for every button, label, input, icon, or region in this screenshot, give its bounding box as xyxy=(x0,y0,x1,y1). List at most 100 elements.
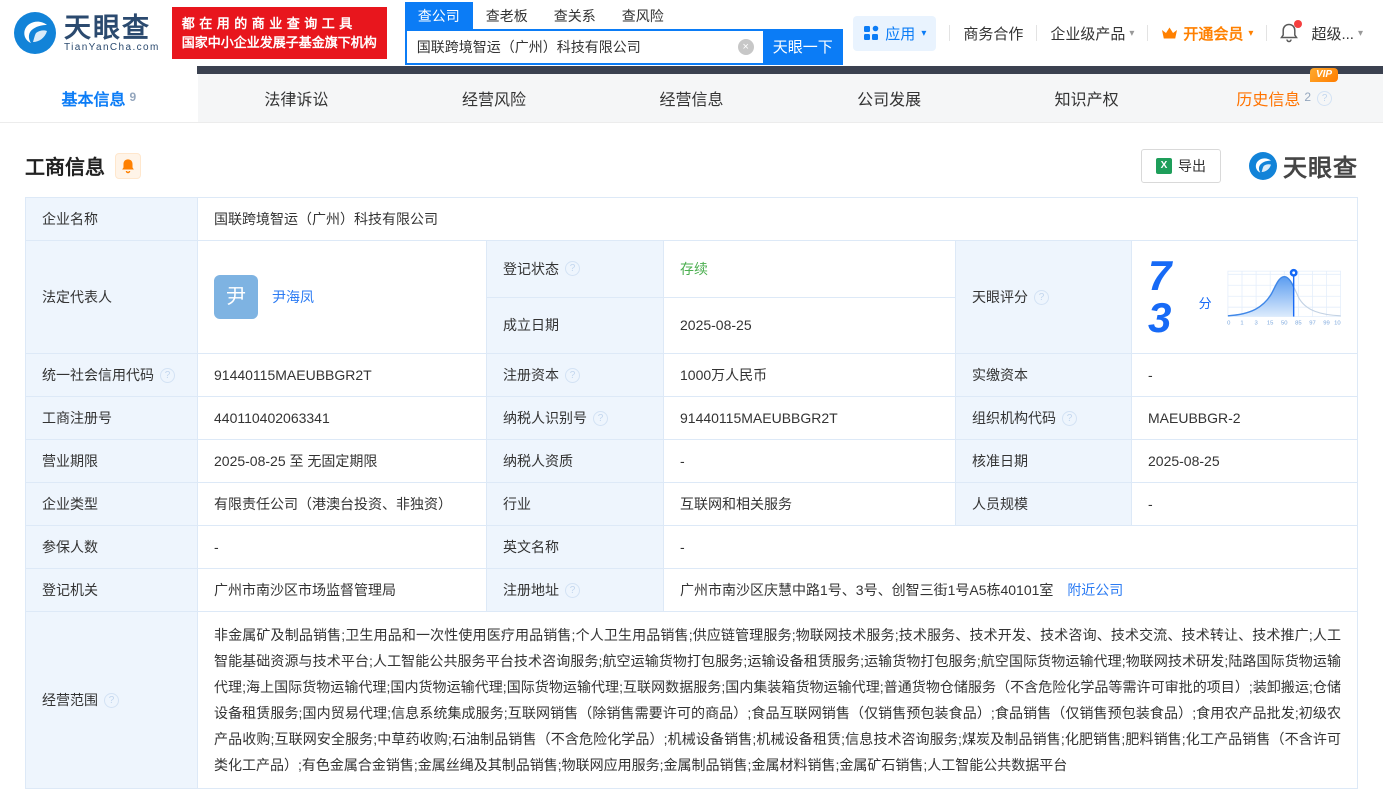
search-tab-risk[interactable]: 查风险 xyxy=(609,2,677,29)
table-row: 参保人数 - 英文名称 - xyxy=(26,526,1358,569)
svg-text:15: 15 xyxy=(1266,320,1273,326)
field-label: 企业名称 xyxy=(26,198,198,241)
export-button[interactable]: X 导出 xyxy=(1141,149,1221,183)
company-name-value: 国联跨境智运（广州）科技有限公司 xyxy=(198,198,1358,241)
svg-text:0: 0 xyxy=(1227,320,1231,326)
tab-intellectual-property[interactable]: 知识产权 xyxy=(988,74,1186,122)
nav-enterprise-product[interactable]: 企业级产品 ▾ xyxy=(1050,23,1134,44)
field-label: 法定代表人 xyxy=(26,241,198,354)
avatar[interactable]: 尹 xyxy=(214,275,258,319)
field-label: 工商注册号 xyxy=(26,397,198,440)
field-label: 行业 xyxy=(487,483,664,526)
search-box: 查公司 查老板 查关系 查风险 × 天眼一下 xyxy=(405,2,843,65)
nav-open-vip[interactable]: 开通会员 ▾ xyxy=(1161,23,1253,44)
staff-size-value: - xyxy=(1132,483,1358,526)
paid-capital-value: - xyxy=(1132,354,1358,397)
top-nav: 应用 ▾ 商务合作 企业级产品 ▾ 开通会员 ▾ 超 xyxy=(853,16,1363,51)
search-input[interactable] xyxy=(405,29,763,65)
tab-history-info[interactable]: 历史信息 VIP 2 ? xyxy=(1185,74,1383,122)
nav-user-menu[interactable]: 超级... ▾ xyxy=(1311,23,1363,44)
tab-company-development[interactable]: 公司发展 xyxy=(790,74,988,122)
nearby-companies-link[interactable]: 附近公司 xyxy=(1067,582,1123,598)
help-icon[interactable]: ? xyxy=(565,261,580,276)
score-distribution-chart: 013 155085 9799100 xyxy=(1224,258,1341,336)
table-row: 登记机关 广州市南沙区市场监督管理局 注册地址 ? 广州市南沙区庆慧中路1号、3… xyxy=(26,569,1358,612)
help-icon[interactable]: ? xyxy=(104,693,119,708)
watermark-logo: 天眼查 xyxy=(1249,148,1358,183)
help-icon[interactable]: ? xyxy=(1034,290,1049,305)
svg-text:99: 99 xyxy=(1323,320,1330,326)
notification-bell[interactable] xyxy=(1280,23,1298,43)
business-scope-value: 非金属矿及制品销售;卫生用品和一次性使用医疗用品销售;个人卫生用品销售;供应链管… xyxy=(198,612,1358,789)
svg-text:100: 100 xyxy=(1334,320,1341,326)
search-tabs: 查公司 查老板 查关系 查风险 xyxy=(405,2,843,29)
field-label: 组织机构代码 ? xyxy=(956,397,1132,440)
search-button[interactable]: 天眼一下 xyxy=(763,29,843,65)
tab-basic-info[interactable]: 基本信息 9 xyxy=(0,74,198,122)
field-label: 英文名称 xyxy=(487,526,664,569)
tab-operation-info[interactable]: 经营信息 xyxy=(593,74,791,122)
search-tab-boss[interactable]: 查老板 xyxy=(473,2,541,29)
table-row: 统一社会信用代码 ? 91440115MAEUBBGR2T 注册资本 ? 100… xyxy=(26,354,1358,397)
field-label: 核准日期 xyxy=(956,440,1132,483)
clear-icon[interactable]: × xyxy=(738,39,754,55)
excel-icon: X xyxy=(1156,158,1172,174)
insured-count-value: - xyxy=(198,526,487,569)
tianyancha-logo[interactable]: 天眼查 TianYanCha.com xyxy=(14,12,160,54)
score-cell: 73 分 xyxy=(1132,241,1358,354)
logo-icon xyxy=(14,12,56,54)
chevron-down-icon: ▾ xyxy=(1248,28,1253,39)
svg-text:50: 50 xyxy=(1281,320,1288,326)
tab-operation-risk[interactable]: 经营风险 xyxy=(395,74,593,122)
score-unit: 分 xyxy=(1199,293,1212,315)
logo-title: 天眼查 xyxy=(64,14,160,42)
table-row: 经营范围 ? 非金属矿及制品销售;卫生用品和一次性使用医疗用品销售;个人卫生用品… xyxy=(26,612,1358,789)
table-row: 企业名称 国联跨境智运（广州）科技有限公司 xyxy=(26,198,1358,241)
legal-rep-cell: 尹 尹海凤 xyxy=(198,241,487,354)
field-label: 登记状态 ? xyxy=(487,241,664,298)
nav-cooperation[interactable]: 商务合作 xyxy=(963,23,1023,44)
help-icon[interactable]: ? xyxy=(565,583,580,598)
field-label: 登记机关 xyxy=(26,569,198,612)
search-tab-company[interactable]: 查公司 xyxy=(405,2,473,29)
reg-authority-value: 广州市南沙区市场监督管理局 xyxy=(198,569,487,612)
tab-count: 9 xyxy=(129,90,136,104)
notification-dot xyxy=(1294,20,1302,28)
field-label: 注册资本 ? xyxy=(487,354,664,397)
monitor-bell-button[interactable] xyxy=(115,153,141,179)
legal-rep-link[interactable]: 尹海凤 xyxy=(272,286,314,308)
section-title: 工商信息 xyxy=(25,151,105,180)
credit-code-value: 91440115MAEUBBGR2T xyxy=(198,354,487,397)
table-row: 法定代表人 尹 尹海凤 登记状态 ? 存续 天眼评分 ? 73 分 xyxy=(26,241,1358,298)
help-icon[interactable]: ? xyxy=(565,368,580,383)
field-label: 统一社会信用代码 ? xyxy=(26,354,198,397)
taxpayer-id-value: 91440115MAEUBBGR2T xyxy=(664,397,956,440)
brand-slogan: 都在用的商业查询工具 国家中小企业发展子基金旗下机构 xyxy=(172,7,387,59)
app-grid-icon xyxy=(863,25,879,41)
field-label: 人员规模 xyxy=(956,483,1132,526)
field-label: 营业期限 xyxy=(26,440,198,483)
svg-text:3: 3 xyxy=(1254,320,1257,326)
help-icon[interactable]: ? xyxy=(1317,91,1332,106)
establish-date-value: 2025-08-25 xyxy=(664,297,956,354)
reg-address-value: 广州市南沙区庆慧中路1号、3号、创智三街1号A5栋40101室 附近公司 xyxy=(664,569,1358,612)
help-icon[interactable]: ? xyxy=(593,411,608,426)
company-tabs: 基本信息 9 法律诉讼 经营风险 经营信息 公司发展 知识产权 历史信息 VIP… xyxy=(0,74,1383,123)
taxpayer-quality-value: - xyxy=(664,440,956,483)
table-row: 营业期限 2025-08-25 至 无固定期限 纳税人资质 - 核准日期 202… xyxy=(26,440,1358,483)
chevron-down-icon: ▾ xyxy=(921,28,926,39)
company-type-value: 有限责任公司（港澳台投资、非独资） xyxy=(198,483,487,526)
help-icon[interactable]: ? xyxy=(1062,411,1077,426)
reg-capital-value: 1000万人民币 xyxy=(664,354,956,397)
nav-app-menu[interactable]: 应用 ▾ xyxy=(853,16,936,51)
table-row: 企业类型 有限责任公司（港澳台投资、非独资） 行业 互联网和相关服务 人员规模 … xyxy=(26,483,1358,526)
tab-legal-litigation[interactable]: 法律诉讼 xyxy=(198,74,396,122)
svg-text:97: 97 xyxy=(1309,320,1316,326)
search-tab-relation[interactable]: 查关系 xyxy=(541,2,609,29)
field-label: 企业类型 xyxy=(26,483,198,526)
help-icon[interactable]: ? xyxy=(160,368,175,383)
field-label: 实缴资本 xyxy=(956,354,1132,397)
status-badge: 存续 xyxy=(664,241,956,298)
divider xyxy=(1036,25,1037,41)
svg-text:85: 85 xyxy=(1295,320,1302,326)
